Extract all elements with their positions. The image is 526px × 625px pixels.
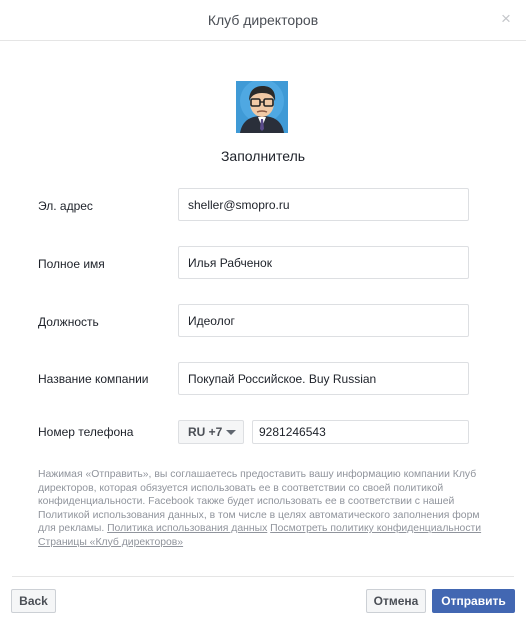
caret-down-icon — [226, 430, 236, 435]
footer-divider — [12, 576, 514, 577]
back-button[interactable]: Back — [11, 589, 56, 613]
dialog-header: Клуб директоров × — [0, 0, 526, 41]
country-code-value: RU +7 — [188, 425, 223, 439]
privacy-disclaimer: Нажимая «Отправить», вы соглашаетесь пре… — [38, 468, 483, 549]
author-name: Заполнитель — [220, 148, 306, 164]
company-label: Название компании — [38, 372, 149, 386]
phone-label: Номер телефона — [38, 425, 134, 439]
email-field[interactable] — [178, 188, 469, 221]
full-name-field[interactable] — [178, 246, 469, 279]
dialog-title: Клуб директоров — [207, 12, 319, 28]
country-code-select[interactable]: RU +7 — [178, 420, 244, 444]
company-field[interactable] — [178, 362, 469, 395]
close-icon[interactable]: × — [498, 10, 514, 27]
job-title-field[interactable] — [178, 304, 469, 337]
submit-button[interactable]: Отправить — [432, 589, 515, 613]
cancel-button[interactable]: Отмена — [366, 589, 426, 613]
job-title-label: Должность — [38, 315, 99, 329]
author-avatar — [236, 81, 288, 133]
full-name-label: Полное имя — [38, 257, 105, 271]
email-label: Эл. адрес — [38, 199, 93, 213]
data-policy-link[interactable]: Политика использования данных — [107, 523, 267, 534]
phone-field[interactable] — [252, 420, 469, 444]
